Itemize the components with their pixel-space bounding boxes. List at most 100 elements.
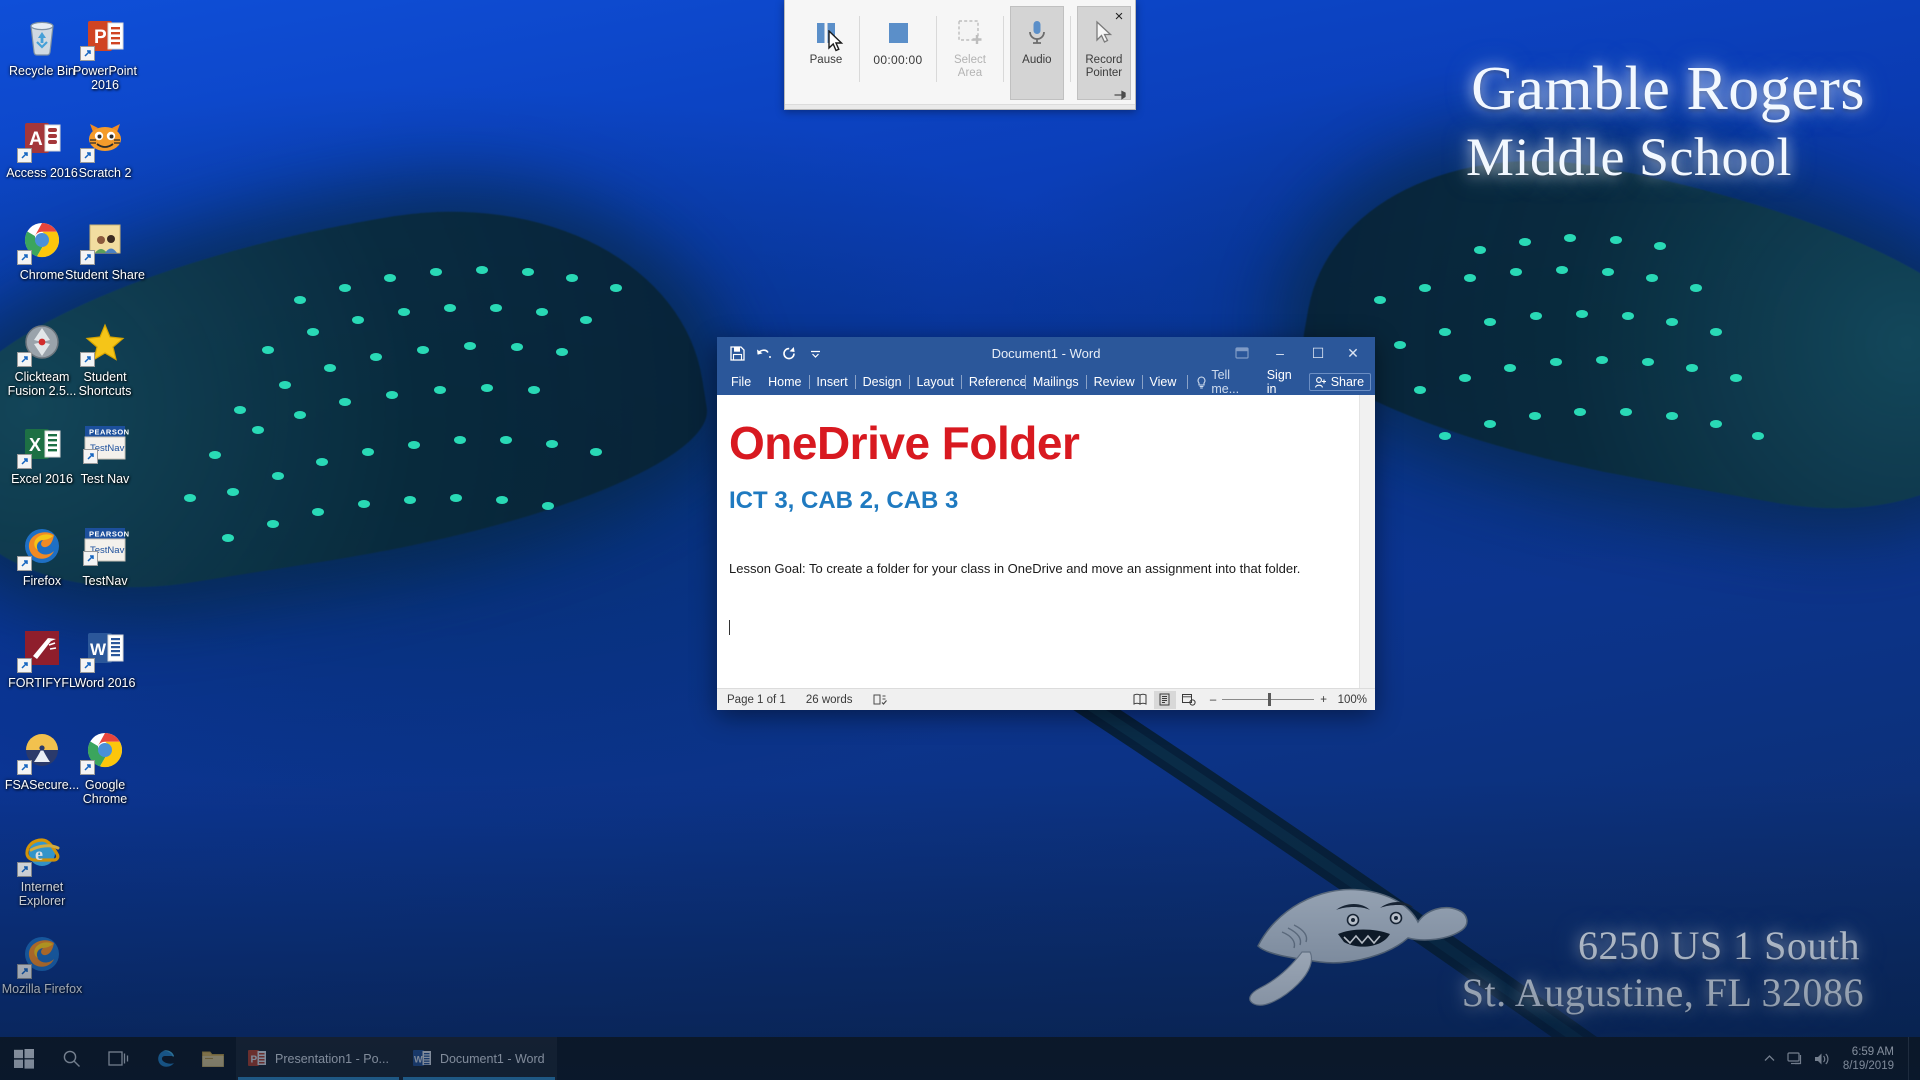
desktop-icon-internet-explorer[interactable]: e Internet Explorer <box>0 828 84 908</box>
tab-design[interactable]: Design <box>856 372 909 392</box>
desktop-icon-testnav[interactable]: PEARSON TestNav TestNav <box>63 522 147 588</box>
pin-icon[interactable] <box>1111 86 1127 102</box>
recorder-record-pointer-label-line1: Record <box>1085 54 1123 66</box>
desktop-icon-label: PowerPoint 2016 <box>73 64 137 92</box>
screen-recorder-toolbar[interactable]: Pause 00:00:00 Select Area Audio Record … <box>784 0 1136 110</box>
powerpoint-icon: P <box>248 1049 267 1068</box>
desktop-icon-test-nav[interactable]: PEARSON TestNav Test Nav <box>63 420 147 486</box>
desktop-icon-label: Chrome <box>19 268 65 282</box>
proofing-errors-icon[interactable] <box>863 693 898 706</box>
system-tray[interactable]: 6:59 AM 8/19/2019 <box>1757 1037 1920 1080</box>
desktop-icon-google-chrome[interactable]: Google Chrome <box>63 726 147 806</box>
print-layout-view-icon[interactable] <box>1153 690 1176 709</box>
word-document-body[interactable]: OneDrive Folder ICT 3, CAB 2, CAB 3 Less… <box>717 395 1375 688</box>
recorder-select-area-button[interactable]: Select Area <box>943 6 997 100</box>
volume-icon[interactable] <box>1809 1037 1835 1080</box>
svg-text:W: W <box>90 640 107 659</box>
word-page[interactable]: OneDrive Folder ICT 3, CAB 2, CAB 3 Less… <box>717 395 1359 688</box>
recorder-stop-button[interactable]: 00:00:00 <box>866 6 930 100</box>
clock-time: 6:59 AM <box>1851 1045 1894 1058</box>
tab-references[interactable]: References <box>962 372 1025 392</box>
chevron-down-icon[interactable] <box>803 341 827 365</box>
word-icon: W <box>80 624 129 673</box>
edge-icon[interactable] <box>142 1037 189 1080</box>
document-right-gutter <box>1359 395 1375 688</box>
clock-date: 8/19/2019 <box>1842 1059 1894 1072</box>
network-icon[interactable] <box>1783 1037 1809 1080</box>
desktop-icon-scratch-2[interactable]: Scratch 2 <box>63 114 147 180</box>
ribbon-right-tools[interactable]: Tell me... Sign in Share <box>1188 368 1375 396</box>
document-subheading: ICT 3, CAB 2, CAB 3 <box>729 487 959 515</box>
quick-access-toolbar[interactable] <box>717 341 827 365</box>
desktop-icon-label: Mozilla Firefox <box>1 982 83 996</box>
task-view-icon[interactable] <box>95 1037 142 1080</box>
svg-text:X: X <box>29 435 41 455</box>
word-ribbon-tabs[interactable]: File Home Insert Design Layout Reference… <box>717 368 1375 396</box>
select-area-icon <box>956 12 984 54</box>
recorder-select-area-label-line2: Area <box>957 67 983 79</box>
tell-me-search[interactable]: Tell me... <box>1188 368 1258 396</box>
web-layout-view-icon[interactable] <box>1178 691 1200 709</box>
taskbar-app-word[interactable]: W Document1 - Word <box>400 1037 557 1080</box>
window-controls[interactable]: – ☐ ✕ <box>1223 337 1375 369</box>
shortcut-arrow-badge <box>17 760 32 775</box>
redo-icon[interactable] <box>777 341 801 365</box>
word-window[interactable]: Document1 - Word – ☐ ✕ File Home Insert … <box>717 337 1375 710</box>
desktop[interactable]: Gamble Rogers Middle School 6250 US 1 So… <box>0 0 1920 1080</box>
toolbar-divider <box>936 16 937 82</box>
desktop-icon-word-2016[interactable]: W Word 2016 <box>63 624 147 690</box>
maximize-button[interactable]: ☐ <box>1299 337 1337 369</box>
tab-mailings[interactable]: Mailings <box>1026 372 1086 392</box>
zoom-control[interactable]: – + 100% <box>1200 693 1367 706</box>
read-mode-view-icon[interactable] <box>1130 691 1152 709</box>
shortcut-arrow-badge <box>17 454 32 469</box>
tab-home[interactable]: Home <box>761 372 808 392</box>
shortcut-arrow-badge <box>80 250 95 265</box>
zoom-in-button[interactable]: + <box>1320 694 1327 706</box>
undo-icon[interactable] <box>751 341 775 365</box>
status-word-count[interactable]: 26 words <box>796 694 863 706</box>
recorder-resize-edge[interactable] <box>785 104 1135 109</box>
sign-in-button[interactable]: Sign in <box>1259 368 1307 396</box>
desktop-icon-powerpoint-2016[interactable]: P PowerPoint 2016 <box>63 12 147 92</box>
access-icon: A <box>17 114 66 163</box>
word-title-bar[interactable]: Document1 - Word – ☐ ✕ <box>717 337 1375 369</box>
recorder-record-pointer-label-line2: Pointer <box>1085 67 1123 79</box>
recorder-pause-label: Pause <box>809 54 843 66</box>
tab-layout[interactable]: Layout <box>909 372 961 392</box>
tab-view[interactable]: View <box>1143 372 1184 392</box>
search-icon[interactable] <box>48 1037 95 1080</box>
desktop-icon-student-shortcuts[interactable]: Student Shortcuts <box>63 318 147 398</box>
tab-file[interactable]: File <box>723 372 761 392</box>
show-desktop-button[interactable] <box>1908 1037 1916 1080</box>
close-button[interactable]: ✕ <box>1337 337 1375 369</box>
save-icon[interactable] <box>725 341 749 365</box>
zoom-slider-thumb[interactable] <box>1268 693 1272 706</box>
desktop-icon-student-share[interactable]: Student Share <box>63 216 147 282</box>
word-status-bar[interactable]: Page 1 of 1 26 words – + 100% <box>717 688 1375 710</box>
minimize-button[interactable]: – <box>1261 337 1299 369</box>
desktop-icon-label: Internet Explorer <box>18 880 66 908</box>
taskbar-clock[interactable]: 6:59 AM 8/19/2019 <box>1835 1045 1908 1073</box>
share-button[interactable]: Share <box>1308 373 1372 391</box>
tab-insert[interactable]: Insert <box>809 372 854 392</box>
taskbar-app-powerpoint[interactable]: P Presentation1 - Po... <box>236 1037 401 1080</box>
recorder-close-button[interactable]: × <box>1111 8 1127 24</box>
desktop-icon-label: Scratch 2 <box>78 166 132 180</box>
zoom-out-button[interactable]: – <box>1210 694 1216 706</box>
view-buttons[interactable] <box>1130 690 1200 709</box>
file-explorer-icon[interactable] <box>189 1037 236 1080</box>
zoom-slider[interactable] <box>1222 693 1315 706</box>
ribbon-display-options-icon[interactable] <box>1223 337 1261 369</box>
wallpaper-school-name-line2: Middle School <box>1466 127 1792 187</box>
show-hidden-icons-chevron[interactable] <box>1757 1037 1783 1080</box>
taskbar-pinned-apps[interactable] <box>142 1037 236 1080</box>
recorder-audio-toggle[interactable]: Audio <box>1009 6 1064 100</box>
shortcut-arrow-badge <box>83 449 98 464</box>
status-page-number[interactable]: Page 1 of 1 <box>725 694 796 706</box>
desktop-icon-mozilla-firefox[interactable]: Mozilla Firefox <box>0 930 84 996</box>
start-button-icon[interactable] <box>0 1037 48 1080</box>
zoom-level-label[interactable]: 100% <box>1333 694 1367 706</box>
taskbar[interactable]: P Presentation1 - Po... W Document1 - Wo… <box>0 1037 1920 1080</box>
tab-review[interactable]: Review <box>1087 372 1142 392</box>
